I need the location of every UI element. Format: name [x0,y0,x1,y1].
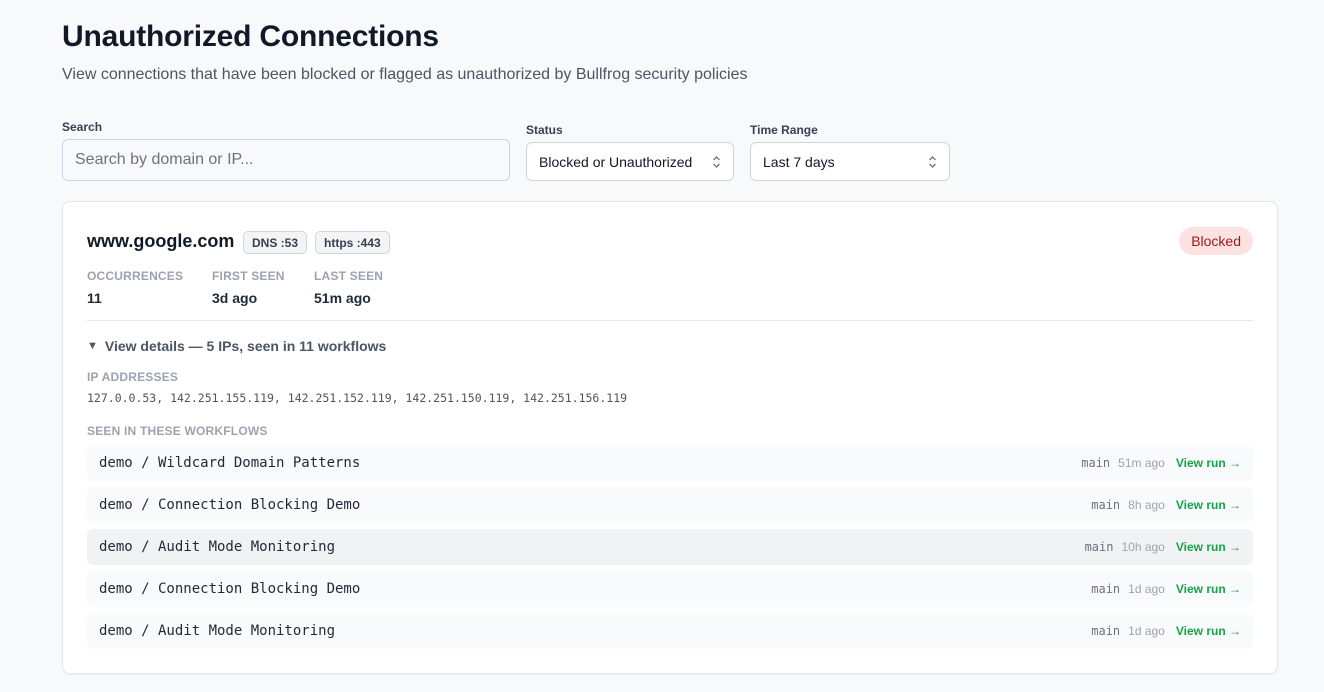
stat-label: LAST SEEN [314,269,384,283]
workflow-name: demo / Connection Blocking Demo [99,581,361,597]
port-tag-dns: DNS :53 [243,231,308,254]
stat-label: OCCURRENCES [87,269,184,283]
search-input[interactable] [62,139,510,181]
connection-domain: www.google.com [87,231,235,251]
workflow-row: demo / Connection Blocking Demo main 1d … [87,571,1253,607]
workflow-time: 1d ago [1128,582,1165,596]
stat-first-seen: FIRST SEEN 3d ago [212,269,285,306]
workflow-time: 10h ago [1121,540,1165,554]
page-subtitle: View connections that have been blocked … [62,66,748,83]
workflow-branch: main [1091,582,1121,596]
chevron-up-down-icon [712,154,721,170]
ip-addresses-label: IP ADDRESSES [87,370,179,384]
workflows-list: demo / Wildcard Domain Patterns main 51m… [87,445,1253,655]
status-badge: Blocked [1179,227,1253,255]
time-range-select-value: Last 7 days [763,153,835,170]
workflow-time: 1d ago [1128,624,1165,638]
workflow-name: demo / Connection Blocking Demo [99,497,361,513]
workflow-time: 51m ago [1118,456,1165,470]
port-tag-https: https :443 [315,231,390,254]
filters-bar: Search Status Blocked or Unauthorized Ti… [62,118,962,182]
stat-occurrences: OCCURRENCES 11 [87,269,183,306]
stat-label: FIRST SEEN [212,269,285,283]
view-run-link[interactable]: View run → [1176,624,1241,638]
page-title: Unauthorized Connections [62,20,439,53]
ip-addresses-list: 127.0.0.53, 142.251.155.119, 142.251.152… [87,391,628,405]
status-select[interactable]: Blocked or Unauthorized [526,142,734,181]
view-run-link[interactable]: View run → [1176,498,1241,512]
workflow-name: demo / Wildcard Domain Patterns [99,455,361,471]
view-details-toggle[interactable]: ▼ View details — 5 IPs, seen in 11 workf… [87,338,386,354]
view-run-link[interactable]: View run → [1176,540,1241,554]
stat-value: 3d ago [212,290,258,306]
workflow-row: demo / Wildcard Domain Patterns main 51m… [87,445,1253,481]
time-range-label: Time Range [750,123,818,137]
workflow-row: demo / Audit Mode Monitoring main 1d ago… [87,613,1253,649]
workflow-time: 8h ago [1128,498,1165,512]
stat-last-seen: LAST SEEN 51m ago [314,269,383,306]
workflow-row: demo / Connection Blocking Demo main 8h … [87,487,1253,523]
connection-card: www.google.com DNS :53 https :443 Blocke… [62,201,1278,674]
status-select-value: Blocked or Unauthorized [539,153,693,170]
view-details-label: View details — 5 IPs, seen in 11 workflo… [104,338,387,354]
search-label: Search [62,120,103,134]
page: Unauthorized Connections View connection… [0,0,1324,692]
workflow-name: demo / Audit Mode Monitoring [99,623,336,639]
chevron-up-down-icon [928,154,937,170]
workflows-label: SEEN IN THESE WORKFLOWS [87,424,268,438]
workflow-branch: main [1091,624,1121,638]
workflow-name: demo / Audit Mode Monitoring [99,539,336,555]
workflow-row: demo / Audit Mode Monitoring main 10h ag… [87,529,1253,565]
workflow-branch: main [1084,540,1114,554]
workflow-branch: main [1081,456,1111,470]
workflow-branch: main [1091,498,1121,512]
view-run-link[interactable]: View run → [1176,456,1241,470]
view-run-link[interactable]: View run → [1176,582,1241,596]
divider [87,320,1253,321]
status-label: Status [526,123,563,137]
caret-down-icon: ▼ [87,340,98,352]
time-range-select[interactable]: Last 7 days [750,142,950,181]
stat-value: 11 [87,290,102,306]
stat-value: 51m ago [314,290,371,306]
